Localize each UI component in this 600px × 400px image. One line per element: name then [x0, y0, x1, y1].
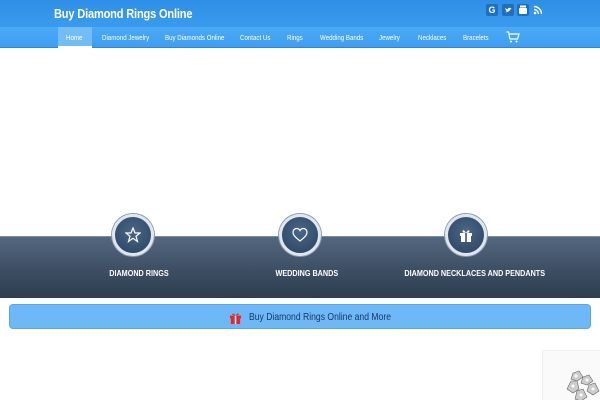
feature-label-diamond-rings[interactable]: DIAMOND RINGS: [109, 268, 168, 278]
nav-item-jewelry[interactable]: Jewelry: [379, 27, 400, 48]
feature-label-diamond-necklaces[interactable]: DIAMOND NECKLACES AND PENDANTS: [404, 268, 545, 278]
gift-icon: [229, 313, 242, 324]
cart-icon[interactable]: [506, 31, 520, 43]
nav-item-home[interactable]: Home: [66, 27, 82, 48]
feature-label-wedding-bands[interactable]: WEDDING BANDS: [276, 268, 339, 278]
heart-icon: [292, 227, 308, 242]
nav-item-necklaces[interactable]: Necklaces: [418, 27, 446, 48]
nav-item-contact-us[interactable]: Contact Us: [240, 27, 270, 48]
main-nav: Home Diamond Jewelry Buy Diamonds Online…: [0, 27, 600, 48]
nav-item-rings[interactable]: Rings: [287, 27, 303, 48]
product-thumbnail[interactable]: [542, 350, 600, 400]
diamond-jewelry-image: [566, 370, 600, 400]
nav-item-buy-diamonds-online[interactable]: Buy Diamonds Online: [165, 27, 224, 48]
feature-wedding-bands-button[interactable]: [279, 214, 321, 256]
rss-icon[interactable]: [532, 4, 544, 16]
site-title[interactable]: Buy Diamond Rings Online: [54, 6, 193, 21]
nav-item-diamond-jewelry[interactable]: Diamond Jewelry: [102, 27, 149, 48]
cta-label: Buy Diamond Rings Online and More: [249, 312, 391, 323]
youtube-icon[interactable]: [517, 4, 529, 16]
feature-diamond-rings-button[interactable]: [112, 214, 154, 256]
google-plus-icon[interactable]: G: [486, 4, 498, 16]
nav-item-wedding-bands[interactable]: Wedding Bands: [320, 27, 363, 48]
gift-icon: [460, 230, 472, 242]
feature-diamond-necklaces-button[interactable]: [445, 214, 487, 256]
star-icon: [125, 227, 141, 243]
twitter-icon[interactable]: [502, 4, 514, 16]
cta-button[interactable]: Buy Diamond Rings Online and More: [9, 304, 591, 329]
nav-item-bracelets[interactable]: Bracelets: [463, 27, 489, 48]
header-bar: Buy Diamond Rings Online G: [0, 0, 600, 27]
